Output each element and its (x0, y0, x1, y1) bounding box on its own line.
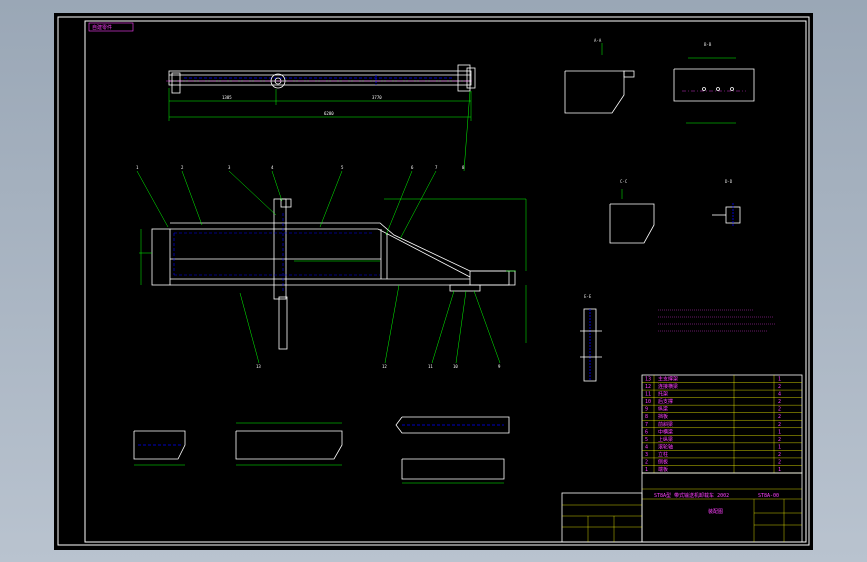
main-plan-view (151, 198, 516, 350)
bom-cell: 侧板 (658, 458, 668, 465)
bom-cell: 端板 (658, 466, 668, 473)
bom-cell: 纵梁 (658, 406, 668, 413)
callout-leaders (136, 90, 501, 364)
section-label-b: B-B (704, 42, 712, 47)
callout-11: 11 (428, 364, 433, 369)
callout-7: 7 (435, 165, 438, 170)
callout-numbers: 1 2 3 4 5 6 7 8 9 10 11 12 13 (136, 165, 501, 369)
outer-frame (57, 16, 810, 546)
cad-drawing: 自建零件 1385 3770 6280 1 2 3 4 5 6 7 8 9 10… (57, 16, 810, 546)
bom-table: 13 主支撑架 112 连接横梁 211 托架 410 后支撑 29 纵梁 28 挡板 27 前斜梁 26 中… (641, 374, 803, 474)
dim-segment-a: 1385 (222, 95, 232, 100)
bom-cell: 后支撑 (658, 398, 673, 405)
bom-cell: 5 (645, 437, 648, 443)
bom-cell: 连接横梁 (658, 383, 678, 390)
signature-block (561, 492, 643, 543)
callout-3: 3 (228, 165, 231, 170)
section-view-e (580, 308, 602, 382)
cad-viewport[interactable]: 自建零件 1385 3770 6280 1 2 3 4 5 6 7 8 9 10… (54, 13, 813, 550)
section-view-d (712, 203, 741, 227)
bom-cell: 前斜梁 (658, 421, 673, 428)
bom-cell: 2 (778, 414, 781, 420)
drawing-title: ST8A型 带式输送机卸载车 2002 (654, 492, 729, 499)
dim-overall: 6280 (324, 111, 334, 116)
callout-9: 9 (498, 364, 501, 369)
bom-cell: 挡板 (658, 413, 668, 420)
detail-part-1 (133, 430, 186, 466)
drawing-number: ST8A-00 (758, 493, 779, 499)
bom-cell: 11 (645, 392, 651, 398)
bom-cell: 1 (778, 429, 781, 435)
bom-cell: 4 (645, 444, 648, 450)
callout-6: 6 (411, 165, 414, 170)
callout-12: 12 (382, 364, 387, 369)
section-label-a: A-A (594, 38, 602, 43)
callout-13: 13 (256, 364, 261, 369)
bom-cell: 主支撑架 (658, 376, 678, 383)
title-block: ST8A型 带式输送机卸载车 2002 ST8A-00 装配图 (641, 472, 803, 543)
top-elevation-view (166, 64, 476, 94)
bom-cell: 10 (645, 399, 651, 405)
main-plan-dimensions (139, 198, 527, 343)
bom-cell: 2 (778, 422, 781, 428)
bom-cell: 4 (778, 392, 781, 398)
bom-cell: 立柱 (658, 451, 668, 458)
bom-cell: 7 (645, 422, 648, 428)
main-plan-hidden-lines (173, 213, 380, 293)
drawing-material: 装配图 (708, 508, 723, 515)
callout-4: 4 (271, 165, 274, 170)
bom-cell: 2 (645, 459, 648, 465)
bom-cell: 2 (778, 399, 781, 405)
bom-cell: 1 (778, 467, 781, 473)
technical-notes (658, 309, 776, 332)
section-label-e: E-E (584, 294, 592, 299)
bom-cell: 9 (645, 407, 648, 413)
callout-2: 2 (181, 165, 184, 170)
detail-part-2 (235, 422, 343, 466)
bom-cell: 上纵梁 (658, 436, 673, 443)
bom-cell: 1 (645, 467, 648, 473)
section-label-d: D-D (725, 179, 733, 184)
detail-part-3 (395, 416, 510, 484)
bom-cell: 2 (778, 384, 781, 390)
bom-cell: 托架 (658, 391, 668, 398)
bom-cell: 2 (778, 452, 781, 458)
section-view-b (673, 57, 755, 124)
bom-cell: 13 (645, 377, 651, 383)
top-dimensions (168, 88, 472, 121)
section-view-a (564, 43, 635, 114)
bom-cell: 1 (778, 377, 781, 383)
section-label-c: C-C (620, 179, 628, 184)
bom-cell: 2 (778, 407, 781, 413)
bom-cell: 2 (778, 459, 781, 465)
bom-cell: 滚轮轴 (658, 443, 673, 450)
inner-frame (84, 20, 807, 543)
dim-segment-b: 3770 (372, 95, 382, 100)
bom-cell: 12 (645, 384, 651, 390)
bom-cell: 2 (778, 437, 781, 443)
section-view-c (609, 189, 655, 244)
bom-cell: 8 (645, 414, 648, 420)
corner-tag-text: 自建零件 (92, 24, 112, 31)
bom-cell: 6 (645, 429, 648, 435)
bom-cell: 1 (778, 444, 781, 450)
bom-cell: 3 (645, 452, 648, 458)
callout-1: 1 (136, 165, 139, 170)
callout-10: 10 (453, 364, 458, 369)
callout-5: 5 (341, 165, 344, 170)
bom-cell: 中横梁 (658, 428, 673, 435)
